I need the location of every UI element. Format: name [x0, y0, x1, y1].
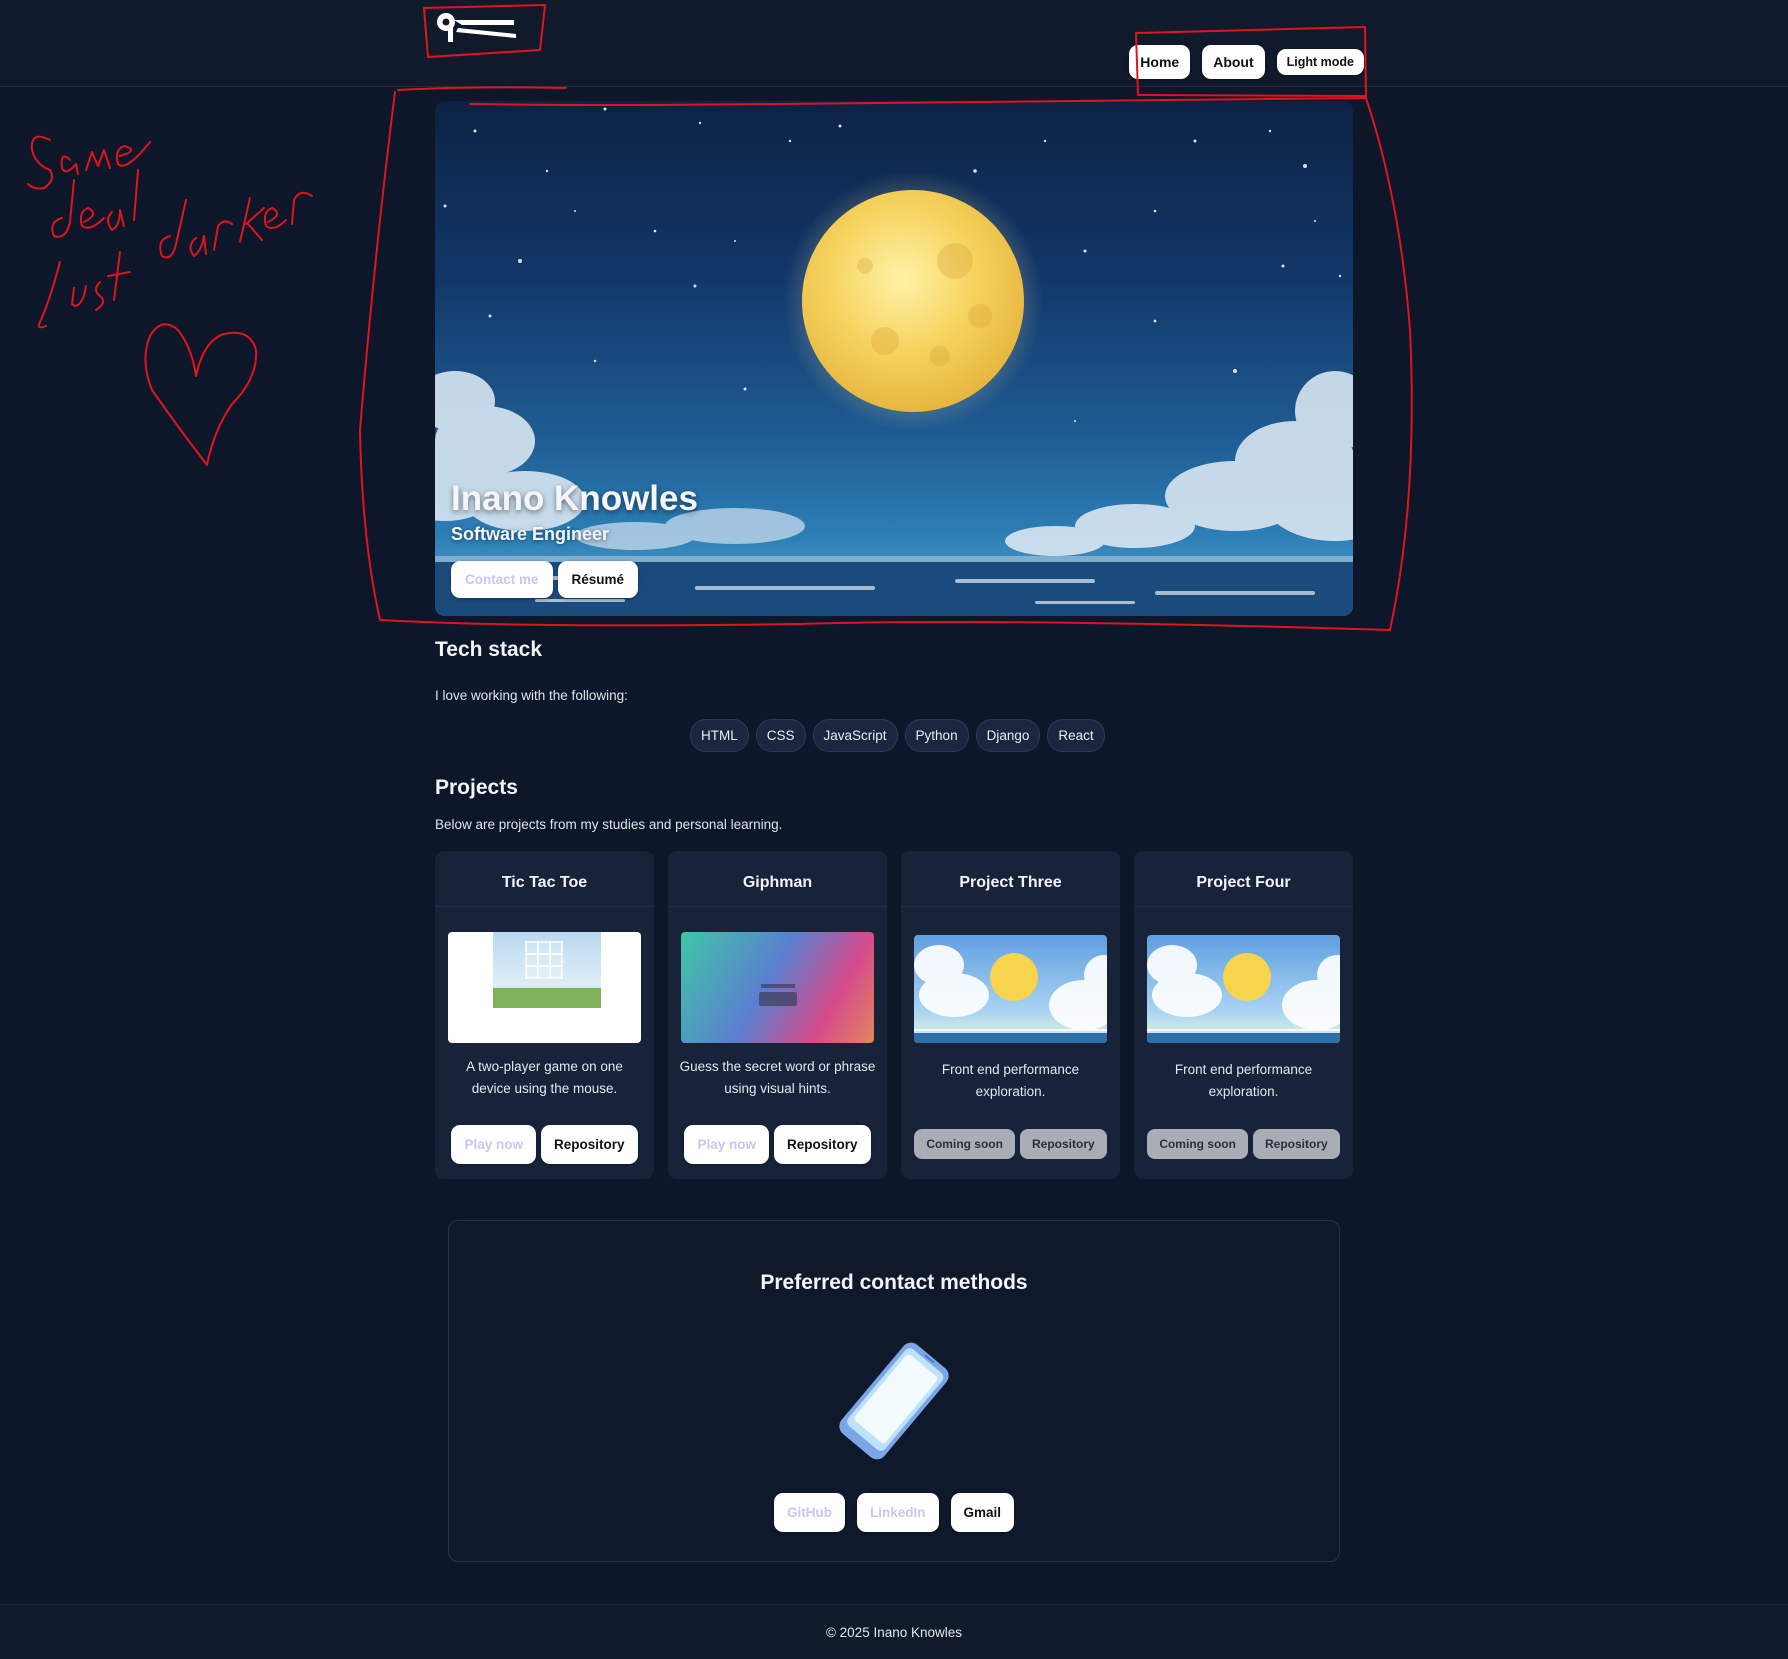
repository-button[interactable]: Repository: [774, 1125, 871, 1164]
ik-logo-icon[interactable]: [428, 6, 524, 46]
contact-section: Preferred contact methods GitHub LinkedI…: [448, 1220, 1340, 1562]
hero-banner: Inano Knowles Software Engineer Contact …: [435, 101, 1353, 616]
contact-actions: GitHub LinkedIn Gmail: [449, 1493, 1339, 1532]
gmail-button[interactable]: Gmail: [950, 1493, 1015, 1532]
resume-button[interactable]: Résumé: [557, 561, 639, 598]
hero-role: Software Engineer: [451, 524, 610, 544]
project-actions: Coming soon Repository: [901, 1125, 1120, 1159]
tech-chip-javascript: JavaScript: [812, 719, 898, 752]
project-cards: Tic Tac Toe A two-player game on one dev…: [435, 851, 1353, 1179]
moon-sky-thumbnail: [1147, 935, 1340, 1043]
hero-actions: Contact me Résumé: [451, 561, 639, 598]
play-now-button[interactable]: Play now: [684, 1125, 769, 1164]
tech-chip-html: HTML: [690, 719, 749, 752]
project-title: Project Four: [1134, 851, 1353, 907]
nav-about-button[interactable]: About: [1202, 45, 1265, 79]
giphman-thumbnail: [681, 932, 874, 1043]
project-card: Project Four Front end performance explo…: [1134, 851, 1353, 1179]
hero-name: Inano Knowles: [451, 479, 698, 518]
coming-soon-button[interactable]: Coming soon: [914, 1129, 1015, 1159]
repository-button[interactable]: Repository: [541, 1125, 638, 1164]
project-description: Guess the secret word or phrase using vi…: [679, 1059, 876, 1096]
tech-stack-title: Tech stack: [435, 638, 542, 661]
tech-chip-python: Python: [904, 719, 969, 752]
repository-button[interactable]: Repository: [1252, 1129, 1340, 1159]
contact-title: Preferred contact methods: [760, 1271, 1028, 1294]
projects-intro: Below are projects from my studies and p…: [435, 817, 783, 832]
play-now-button[interactable]: Play now: [451, 1125, 536, 1164]
project-description: Front end performance exploration.: [941, 1062, 1080, 1099]
tech-stack-intro: I love working with the following:: [435, 688, 628, 703]
project-card: Project Three Front end performance expl…: [901, 851, 1120, 1179]
tech-chip-css: CSS: [755, 719, 806, 752]
linkedin-button[interactable]: LinkedIn: [856, 1493, 939, 1532]
smartphone-icon: [839, 1342, 949, 1460]
project-title: Project Three: [901, 851, 1120, 907]
project-title: Giphman: [668, 851, 887, 907]
light-mode-toggle[interactable]: Light mode: [1276, 49, 1364, 75]
contact-me-button[interactable]: Contact me: [451, 561, 553, 598]
project-title: Tic Tac Toe: [435, 851, 654, 907]
tic-tac-toe-thumbnail: [448, 932, 641, 1043]
tech-chip-django: Django: [975, 719, 1041, 752]
project-description: Front end performance exploration.: [1174, 1062, 1313, 1099]
tech-chip-react: React: [1047, 719, 1105, 752]
project-actions: Coming soon Repository: [1134, 1125, 1353, 1159]
projects-title: Projects: [435, 776, 518, 799]
github-button[interactable]: GitHub: [773, 1493, 845, 1532]
site-footer: © 2025 Inano Knowles: [0, 1604, 1788, 1659]
project-card: Tic Tac Toe A two-player game on one dev…: [435, 851, 654, 1179]
main-nav: Home About Light mode: [1129, 45, 1364, 79]
project-description: A two-player game on one device using th…: [466, 1059, 623, 1096]
repository-button[interactable]: Repository: [1019, 1129, 1107, 1159]
site-header: Home About Light mode: [0, 0, 1788, 87]
nav-home-button[interactable]: Home: [1129, 45, 1191, 79]
project-actions: Play now Repository: [435, 1125, 654, 1164]
moon-sky-thumbnail: [914, 935, 1107, 1043]
coming-soon-button[interactable]: Coming soon: [1147, 1129, 1248, 1159]
project-card: Giphman Guess the secret word or phrase …: [668, 851, 887, 1179]
tech-stack-list: HTML CSS JavaScript Python Django React: [690, 719, 1105, 752]
copyright-text: © 2025 Inano Knowles: [825, 1624, 963, 1640]
project-actions: Play now Repository: [668, 1125, 887, 1164]
